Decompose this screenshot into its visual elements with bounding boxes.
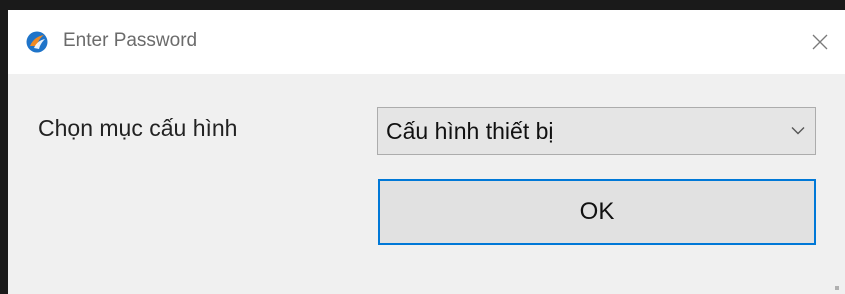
ok-button[interactable]: OK (378, 179, 816, 245)
ok-button-label: OK (579, 198, 615, 225)
select-value: Cấu hình thiết bị (386, 118, 554, 144)
close-button[interactable] (800, 24, 840, 60)
config-item-select[interactable]: Cấu hình thiết bị (377, 107, 816, 155)
window-left-border (0, 0, 8, 294)
app-logo-icon (26, 31, 48, 53)
resize-grip[interactable] (835, 286, 839, 290)
dialog-body: Chọn mục cấu hình Cấu hình thiết bị OK (8, 74, 845, 294)
close-icon (812, 34, 828, 50)
enter-password-dialog: Enter Password Chọn mục cấu hình Cấu hìn… (0, 0, 845, 294)
window-top-border (0, 0, 845, 10)
config-item-label: Chọn mục cấu hình (38, 115, 238, 141)
chevron-down-icon (791, 127, 805, 135)
window-title: Enter Password (63, 30, 198, 51)
title-bar[interactable]: Enter Password (8, 10, 845, 74)
